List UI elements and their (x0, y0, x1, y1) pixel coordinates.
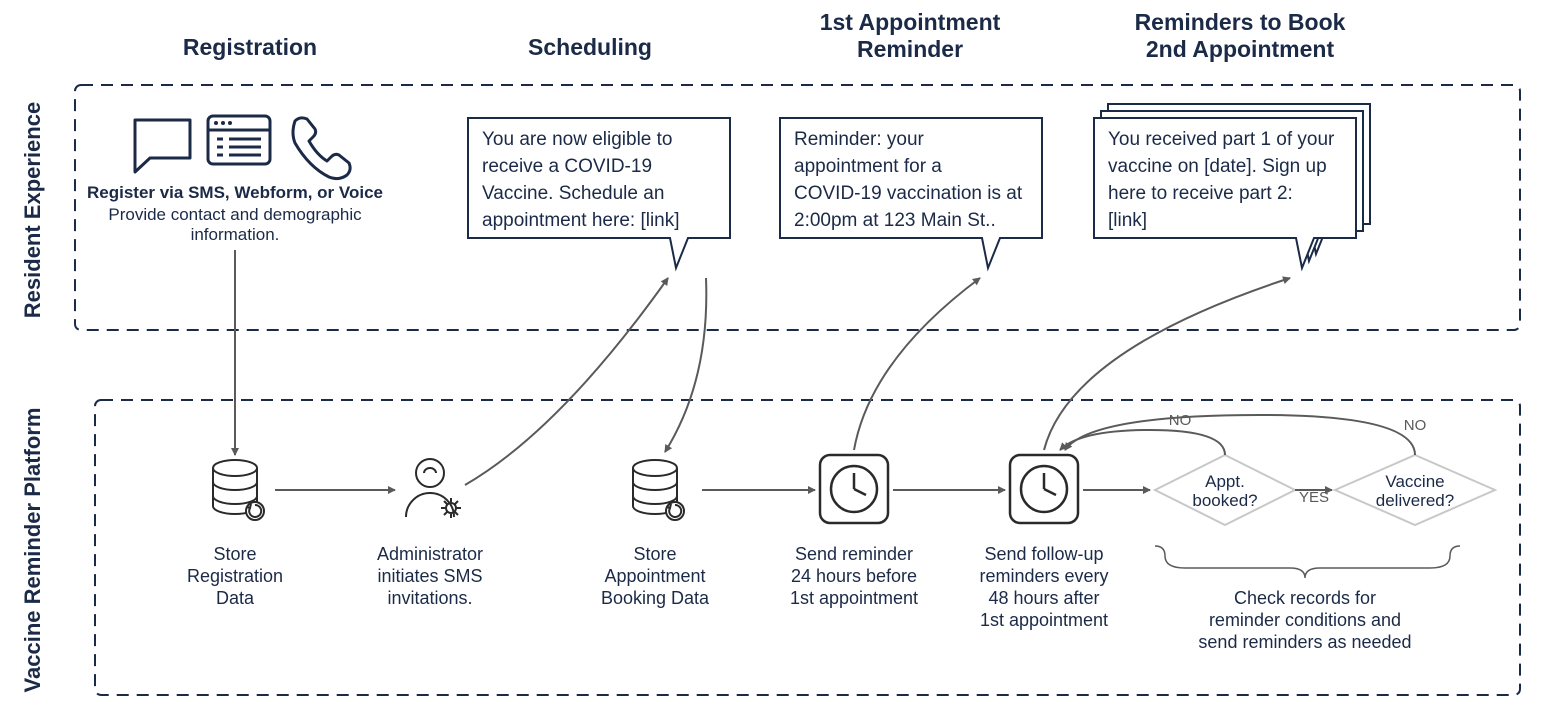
svg-text:Reminder: your: Reminder: your (794, 129, 925, 150)
sms-icon (135, 120, 190, 172)
register-sub2: information. (191, 225, 280, 244)
svg-text:2:00pm at 123 Main St..: 2:00pm at 123 Main St.. (794, 210, 996, 231)
check-l2: reminder conditions and (1209, 610, 1401, 630)
db-registration-icon (213, 460, 264, 520)
store-appt-l2: Appointment (604, 566, 705, 586)
send48-l3: 48 hours after (988, 588, 1099, 608)
decision-appt-booked: Appt. booked? (1155, 455, 1295, 525)
arrow-clock1-to-reminder1 (854, 278, 980, 450)
register-title: Register via SMS, Webform, or Voice (87, 183, 383, 202)
lane-label-resident: Resident Experience (20, 102, 45, 318)
send24-l3: 1st appointment (790, 588, 918, 608)
register-sub1: Provide contact and demographic (108, 205, 362, 224)
header-reminder2-l1: Reminders to Book (1135, 9, 1346, 35)
check-l3: send reminders as needed (1198, 632, 1411, 652)
svg-text:appointment for a: appointment for a (794, 156, 942, 177)
arrow-admin-to-scheduling (465, 278, 668, 485)
webform-icon (208, 116, 270, 164)
db-appointment-icon (633, 460, 684, 520)
store-reg-l2: Registration (187, 566, 283, 586)
svg-text:receive a COVID-19: receive a COVID-19 (482, 156, 652, 177)
svg-text:Vaccine: Vaccine (1385, 472, 1444, 491)
arrow-dec2-no (1065, 415, 1415, 455)
store-reg-l3: Data (216, 588, 255, 608)
svg-text:booked?: booked? (1192, 491, 1257, 510)
send48-l1: Send follow-up (984, 544, 1103, 564)
svg-text:vaccine on [date]. Sign up: vaccine on [date]. Sign up (1108, 156, 1327, 177)
svg-text:here to receive part 2:: here to receive part 2: (1108, 183, 1293, 204)
svg-text:delivered?: delivered? (1376, 491, 1454, 510)
store-appt-l1: Store (633, 544, 676, 564)
send48-l2: reminders every (979, 566, 1108, 586)
header-reminder1-l2: Reminder (857, 36, 963, 62)
svg-text:appointment here: [link]: appointment here: [link] (482, 210, 680, 231)
arrow-clock2-to-reminder2 (1044, 278, 1290, 450)
admin-l1: Administrator (377, 544, 483, 564)
arrow-dec1-no (1060, 430, 1225, 455)
svg-text:You are now eligible to: You are now eligible to (482, 129, 673, 150)
svg-text:Vaccine. Schedule an: Vaccine. Schedule an (482, 183, 664, 204)
clock-48h-icon (1010, 455, 1078, 523)
arrow-scheduling-to-apptdb (665, 278, 706, 452)
store-reg-l1: Store (213, 544, 256, 564)
decision-vaccine-delivered: Vaccine delivered? (1335, 455, 1495, 525)
svg-text:Appt.: Appt. (1205, 472, 1245, 491)
header-registration: Registration (183, 34, 317, 60)
header-scheduling: Scheduling (528, 34, 652, 60)
reminder2-bubble-stack: You received part 1 of your vaccine on [… (1094, 104, 1370, 268)
clock-24h-icon (820, 455, 888, 523)
svg-text:[link]: [link] (1108, 210, 1147, 231)
admin-l3: invitations. (387, 588, 472, 608)
store-appt-l3: Booking Data (601, 588, 710, 608)
header-reminder2-l2: 2nd Appointment (1146, 36, 1335, 62)
phone-icon (293, 118, 350, 179)
lane-label-platform: Vaccine Reminder Platform (20, 408, 45, 693)
send24-l2: 24 hours before (791, 566, 917, 586)
admin-icon (406, 459, 461, 518)
send48-l4: 1st appointment (980, 610, 1108, 630)
label-no-2: NO (1404, 417, 1427, 434)
scheduling-bubble: You are now eligible to receive a COVID-… (468, 118, 730, 268)
admin-l2: initiates SMS (377, 566, 482, 586)
brace-icon (1155, 546, 1460, 578)
label-yes: YES (1299, 489, 1329, 506)
svg-text:COVID-19 vaccination is at: COVID-19 vaccination is at (794, 183, 1023, 204)
reminder1-bubble: Reminder: your appointment for a COVID-1… (780, 118, 1042, 268)
check-l1: Check records for (1234, 588, 1376, 608)
send24-l1: Send reminder (795, 544, 913, 564)
label-no-1: NO (1169, 412, 1192, 429)
svg-text:You received part 1 of your: You received part 1 of your (1108, 129, 1335, 150)
header-reminder1-l1: 1st Appointment (820, 9, 1001, 35)
